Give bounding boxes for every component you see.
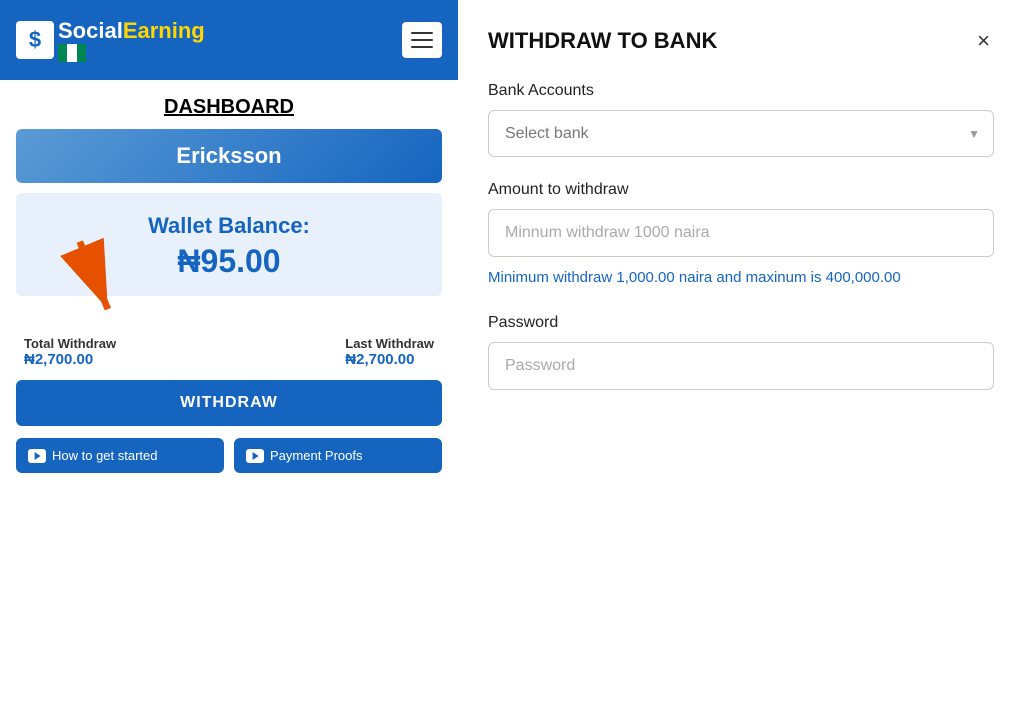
amount-hint: Minimum withdraw 1,000.00 naira and maxi… — [488, 267, 994, 290]
amount-group: Amount to withdraw Minimum withdraw 1,00… — [488, 181, 994, 290]
modal-header: WITHDRAW TO BANK × — [488, 28, 994, 54]
logo-icon: $ — [16, 21, 54, 59]
last-withdraw-label: Last Withdraw — [345, 336, 434, 351]
hamburger-line-2 — [411, 39, 433, 41]
password-input[interactable] — [488, 342, 994, 390]
payment-proofs-label: Payment Proofs — [270, 448, 363, 463]
balance-card: Wallet Balance: ₦95.00 — [16, 193, 442, 296]
last-withdraw-value: ₦2,700.00 — [345, 351, 434, 368]
last-withdraw-stat: Last Withdraw ₦2,700.00 — [345, 336, 434, 368]
payment-proofs-button[interactable]: Payment Proofs — [234, 438, 442, 473]
bank-accounts-label: Bank Accounts — [488, 82, 994, 100]
logo: $ Social Earning — [16, 18, 205, 62]
right-panel: WITHDRAW TO BANK × Bank Accounts Select … — [458, 0, 1024, 712]
nigeria-flag-icon — [58, 44, 86, 62]
user-name: Ericksson — [176, 143, 281, 168]
youtube-icon-1 — [28, 449, 46, 463]
password-group: Password — [488, 314, 994, 390]
close-button[interactable]: × — [973, 30, 994, 52]
hamburger-line-3 — [411, 46, 433, 48]
bottom-buttons: How to get started Payment Proofs — [16, 438, 442, 473]
hamburger-line-1 — [411, 32, 433, 34]
dashboard-title: DASHBOARD — [0, 80, 458, 129]
bank-select[interactable]: Select bank — [488, 110, 994, 157]
logo-text: Social Earning — [58, 18, 205, 44]
how-to-start-label: How to get started — [52, 448, 158, 463]
logo-social: Social — [58, 18, 123, 44]
total-withdraw-stat: Total Withdraw ₦2,700.00 — [24, 336, 116, 368]
modal-title: WITHDRAW TO BANK — [488, 28, 717, 54]
arrow-down-icon — [46, 236, 136, 326]
total-withdraw-value: ₦2,700.00 — [24, 351, 116, 368]
youtube-icon-2 — [246, 449, 264, 463]
bank-accounts-group: Bank Accounts Select bank — [488, 82, 994, 157]
withdraw-modal: WITHDRAW TO BANK × Bank Accounts Select … — [458, 0, 1024, 712]
withdraw-stats: Total Withdraw ₦2,700.00 Last Withdraw ₦… — [16, 336, 442, 368]
amount-label: Amount to withdraw — [488, 181, 994, 199]
header: $ Social Earning — [0, 0, 458, 80]
left-panel: $ Social Earning DASHBOARD — [0, 0, 458, 712]
logo-dollar-sign: $ — [29, 27, 41, 53]
withdraw-button[interactable]: WITHDRAW — [16, 380, 442, 426]
amount-input[interactable] — [488, 209, 994, 257]
hamburger-button[interactable] — [402, 22, 442, 58]
password-label: Password — [488, 314, 994, 332]
total-withdraw-label: Total Withdraw — [24, 336, 116, 351]
how-to-start-button[interactable]: How to get started — [16, 438, 224, 473]
user-card: Ericksson — [16, 129, 442, 183]
logo-earning: Earning — [123, 18, 205, 44]
bank-select-wrapper: Select bank — [488, 110, 994, 157]
